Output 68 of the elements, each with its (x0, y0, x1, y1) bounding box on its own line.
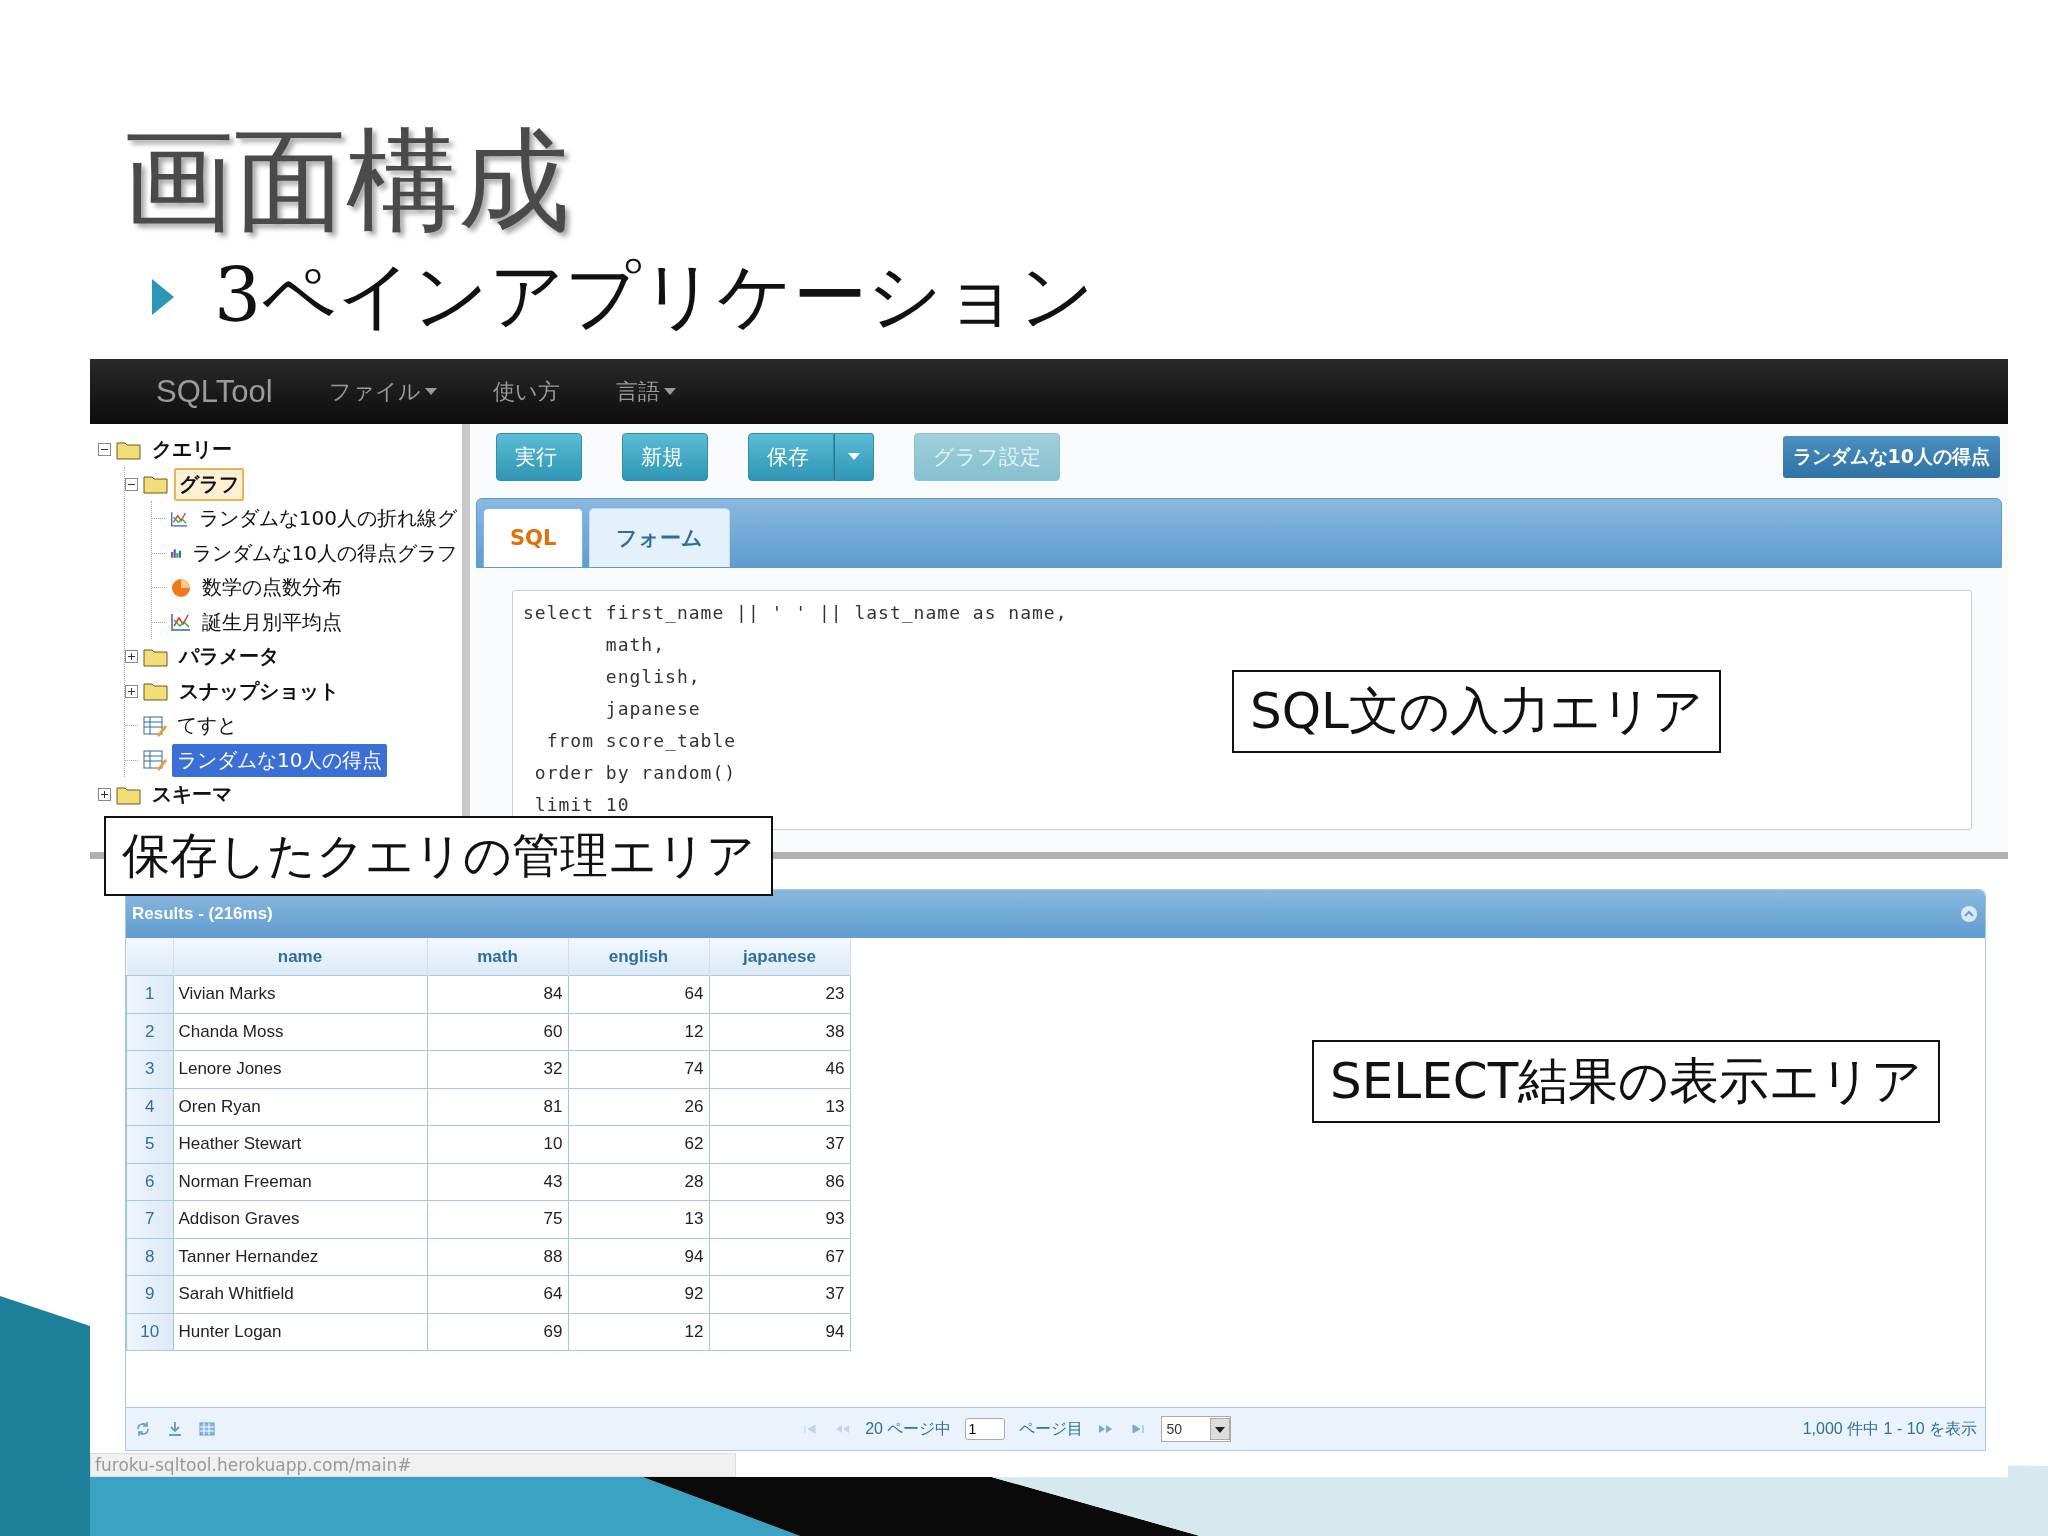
page-label: ページ目 (1019, 1418, 1084, 1439)
page-count: 20 ページ中 (865, 1418, 952, 1439)
bullet-text: 3ペインアプリケーション (214, 251, 1096, 340)
row-number: 10 (126, 1313, 173, 1351)
code-line: limit 10 (533, 793, 630, 818)
table-cell: 28 (568, 1163, 709, 1201)
table-cell: 94 (709, 1313, 850, 1351)
table-cell: 13 (568, 1200, 709, 1238)
table-cell: 75 (427, 1200, 568, 1238)
record-summary: 1,000 件中 1 - 10 を表示 (1802, 1418, 1977, 1439)
row-number: 6 (126, 1163, 173, 1201)
table-cell: 37 (709, 1275, 850, 1313)
status-url: furoku-sqltool.herokuapp.com/main# (90, 1453, 736, 1477)
table-cell: Heather Stewart (173, 1125, 427, 1163)
table-cell: 62 (568, 1125, 709, 1163)
table-cell: 64 (427, 1275, 568, 1313)
code-line: select first_name || ' ' || last_name as name, (523, 601, 1068, 626)
callout-tooltip: 保存したクエリの管理エリア (104, 816, 773, 896)
table-cell: 32 (427, 1050, 568, 1088)
slide-title: 画面構成 (122, 115, 570, 245)
table-cell: Addison Graves (173, 1200, 427, 1238)
table-cell: 93 (709, 1200, 850, 1238)
table-cell: 38 (709, 1013, 850, 1051)
table-cell: 43 (427, 1163, 568, 1201)
row-number: 9 (126, 1275, 173, 1313)
table-cell: 46 (709, 1050, 850, 1088)
table-cell: 94 (568, 1238, 709, 1276)
table-cell: 88 (427, 1238, 568, 1276)
table-cell: 12 (568, 1313, 709, 1351)
table-cell: 12 (568, 1013, 709, 1051)
table-cell: Tanner Hernandez (173, 1238, 427, 1276)
query-title-badge: ランダムな10人の得点 (1782, 436, 2000, 479)
callout-tooltip: SELECT結果の表示エリア (1312, 1040, 1941, 1123)
code-line: order by random() (533, 761, 737, 786)
table-cell: 74 (568, 1050, 709, 1088)
table-cell: 13 (709, 1088, 850, 1126)
table-cell: 64 (568, 975, 709, 1013)
table-cell: Lenore Jones (173, 1050, 427, 1088)
table-cell: Chanda Moss (173, 1013, 427, 1051)
callout-tooltip: SQL文の入力エリア (1232, 670, 1721, 753)
row-number: 5 (126, 1125, 173, 1163)
table-cell: Sarah Whitfield (173, 1275, 427, 1313)
row-number: 7 (126, 1200, 173, 1238)
table-cell: Vivian Marks (173, 975, 427, 1013)
table-cell: Hunter Logan (173, 1313, 427, 1351)
results-title: Results - (216ms) (132, 904, 273, 924)
table-cell: 60 (427, 1013, 568, 1051)
table-cell: Oren Ryan (173, 1088, 427, 1126)
row-number: 1 (126, 975, 173, 1013)
table-cell: 86 (709, 1163, 850, 1201)
table-cell: 23 (709, 975, 850, 1013)
table-cell: 81 (427, 1088, 568, 1126)
table-cell: Norman Freeman (173, 1163, 427, 1201)
table-cell: 92 (568, 1275, 709, 1313)
code-line: english, (604, 665, 701, 690)
code-line: japanese (604, 697, 701, 722)
table-cell: 37 (709, 1125, 850, 1163)
row-number: 2 (126, 1013, 173, 1051)
table-cell: 26 (568, 1088, 709, 1126)
code-line: math, (604, 633, 666, 658)
row-number: 8 (126, 1238, 173, 1276)
table-cell: 67 (709, 1238, 850, 1276)
row-number: 3 (126, 1050, 173, 1088)
table-cell: 10 (427, 1125, 568, 1163)
code-line: from score_table (545, 729, 737, 754)
table-cell: 69 (427, 1313, 568, 1351)
table-cell: 84 (427, 975, 568, 1013)
row-number: 4 (126, 1088, 173, 1126)
